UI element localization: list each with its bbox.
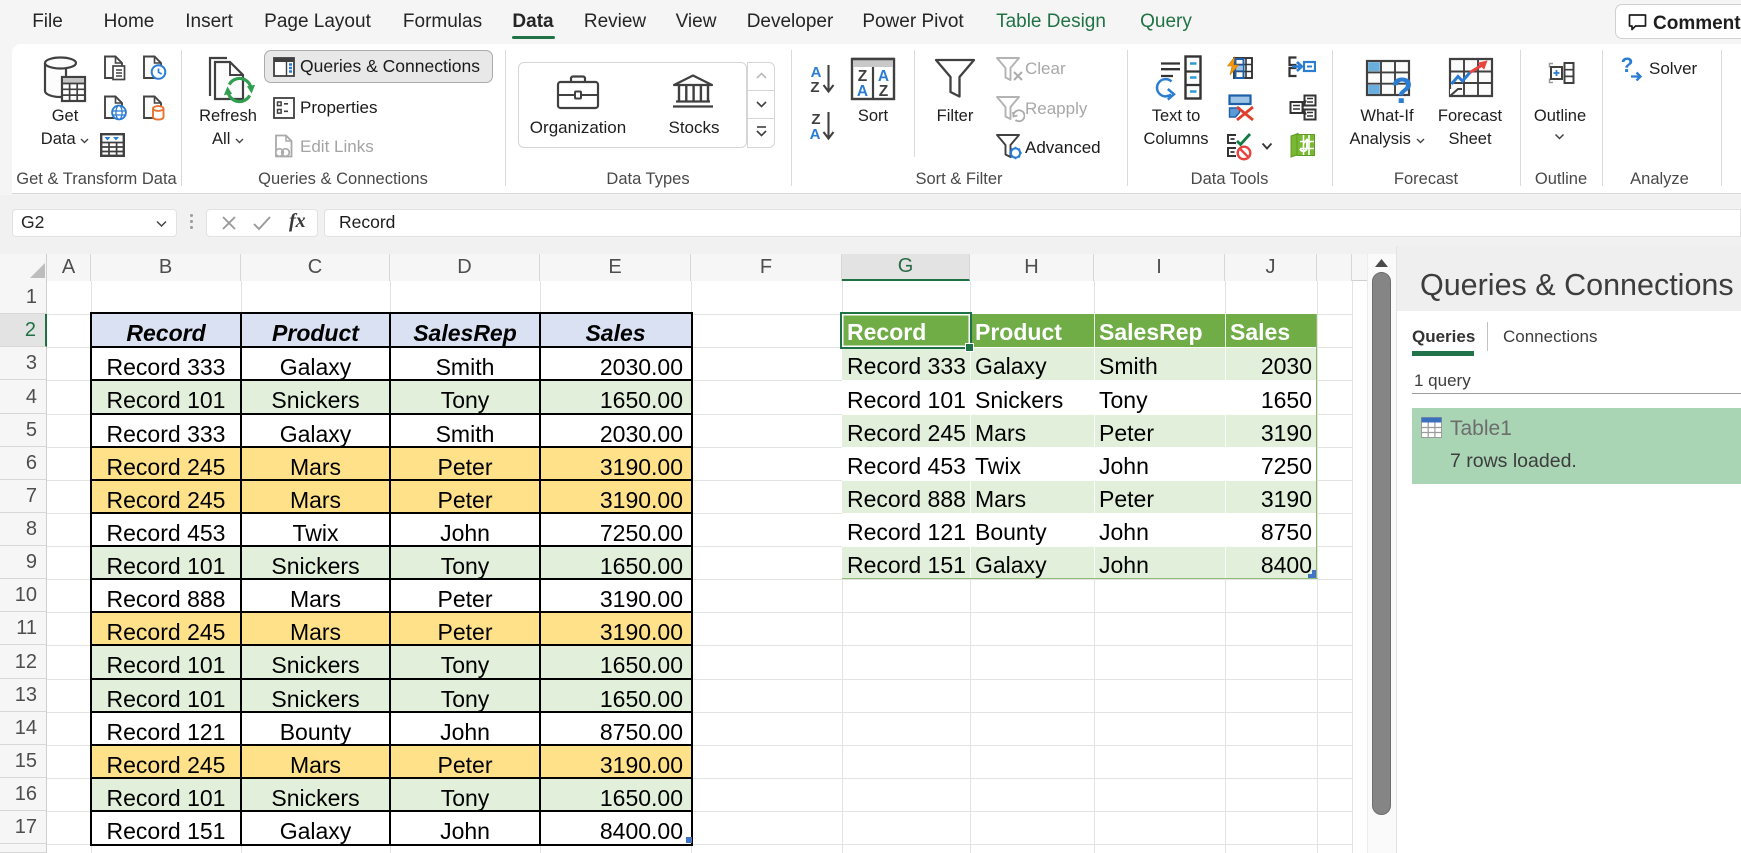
svg-text:Z: Z [810, 79, 819, 94]
svg-text:A: A [857, 83, 868, 100]
svg-text:Z: Z [879, 83, 889, 100]
svg-text:?: ? [1621, 55, 1634, 77]
svg-text:A: A [810, 126, 821, 141]
